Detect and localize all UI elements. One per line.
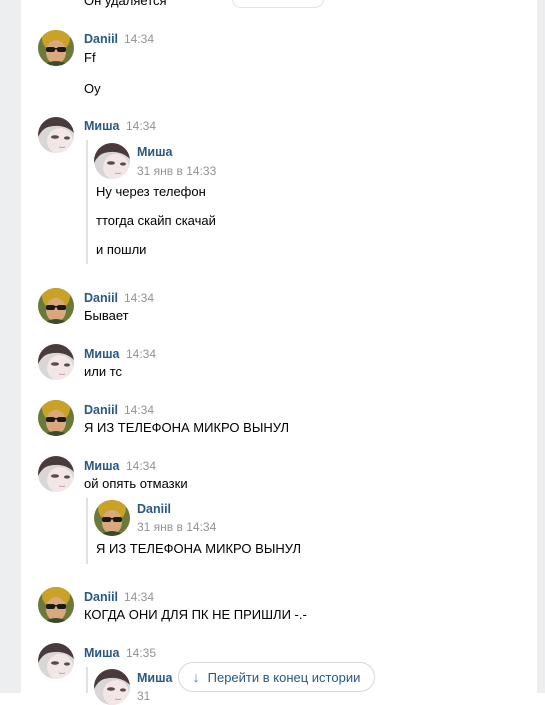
message-text: или тс xyxy=(84,364,123,379)
message-text: и пошли xyxy=(96,242,147,257)
author-name[interactable]: Миша xyxy=(84,119,119,133)
previous-action-pill[interactable] xyxy=(232,0,324,8)
message-text: Ну через телефон xyxy=(96,184,206,199)
forwarded-bar xyxy=(86,667,88,693)
message-time[interactable]: 14:34 xyxy=(124,590,154,604)
forwarded-time[interactable]: 31 xyxy=(137,689,150,703)
message-text: КОГДА ОНИ ДЛЯ ПК НЕ ПРИШЛИ -.- xyxy=(84,607,307,622)
author-name[interactable]: Миша xyxy=(84,347,119,361)
avatar-misha[interactable] xyxy=(38,643,74,679)
message-text: Ff xyxy=(84,50,96,65)
arrow-down-icon: ↓ xyxy=(192,669,200,685)
author-name[interactable]: Daniil xyxy=(84,403,118,417)
avatar-daniil[interactable] xyxy=(38,288,74,324)
author-name[interactable]: Миша xyxy=(84,459,119,473)
forwarded-time[interactable]: 31 янв в 14:33 xyxy=(137,164,216,178)
forwarded-bar xyxy=(86,498,88,564)
right-edge xyxy=(537,0,545,693)
avatar-misha[interactable] xyxy=(94,669,130,705)
message-text: ттогда скайп скачай xyxy=(96,213,216,228)
jump-to-end-label: Перейти в конец истории xyxy=(207,669,361,685)
forwarded-bar xyxy=(86,140,88,264)
message-text: Он удаляется xyxy=(84,0,167,8)
avatar-misha[interactable] xyxy=(38,344,74,380)
message-text: Я ИЗ ТЕЛЕФОНА МИКРО ВЫНУЛ xyxy=(96,541,302,556)
forwarded-author[interactable]: Миша xyxy=(137,145,172,159)
avatar-daniil[interactable] xyxy=(38,400,74,436)
message-time[interactable]: 14:34 xyxy=(126,119,156,133)
message-time[interactable]: 14:34 xyxy=(126,347,156,361)
left-edge xyxy=(0,0,21,693)
message-time[interactable]: 14:34 xyxy=(124,291,154,305)
author-name[interactable]: Миша xyxy=(84,646,119,660)
forwarded-author[interactable]: Daniil xyxy=(137,502,171,516)
forwarded-author[interactable]: Миша xyxy=(137,671,172,685)
author-name[interactable]: Daniil xyxy=(84,291,118,305)
message-text: Я ИЗ ТЕЛЕФОНА МИКРО ВЫНУЛ xyxy=(84,420,290,435)
jump-to-end-button[interactable]: ↓ Перейти в конец истории xyxy=(178,662,375,692)
avatar-misha[interactable] xyxy=(38,456,74,492)
avatar-daniil[interactable] xyxy=(38,30,74,66)
message-text: Бывает xyxy=(84,308,129,323)
message-text: Oy xyxy=(84,81,101,96)
author-name[interactable]: Daniil xyxy=(84,32,118,46)
avatar-misha[interactable] xyxy=(94,143,130,179)
avatar-daniil[interactable] xyxy=(38,587,74,623)
message-time[interactable]: 14:35 xyxy=(126,646,156,660)
avatar-misha[interactable] xyxy=(38,117,74,153)
avatar-daniil[interactable] xyxy=(94,500,130,536)
forwarded-time[interactable]: 31 янв в 14:34 xyxy=(137,520,216,534)
message-time[interactable]: 14:34 xyxy=(124,403,154,417)
message-time[interactable]: 14:34 xyxy=(126,459,156,473)
message-time[interactable]: 14:34 xyxy=(124,32,154,46)
author-name[interactable]: Daniil xyxy=(84,590,118,604)
message-text: ой опять отмазки xyxy=(84,476,188,491)
